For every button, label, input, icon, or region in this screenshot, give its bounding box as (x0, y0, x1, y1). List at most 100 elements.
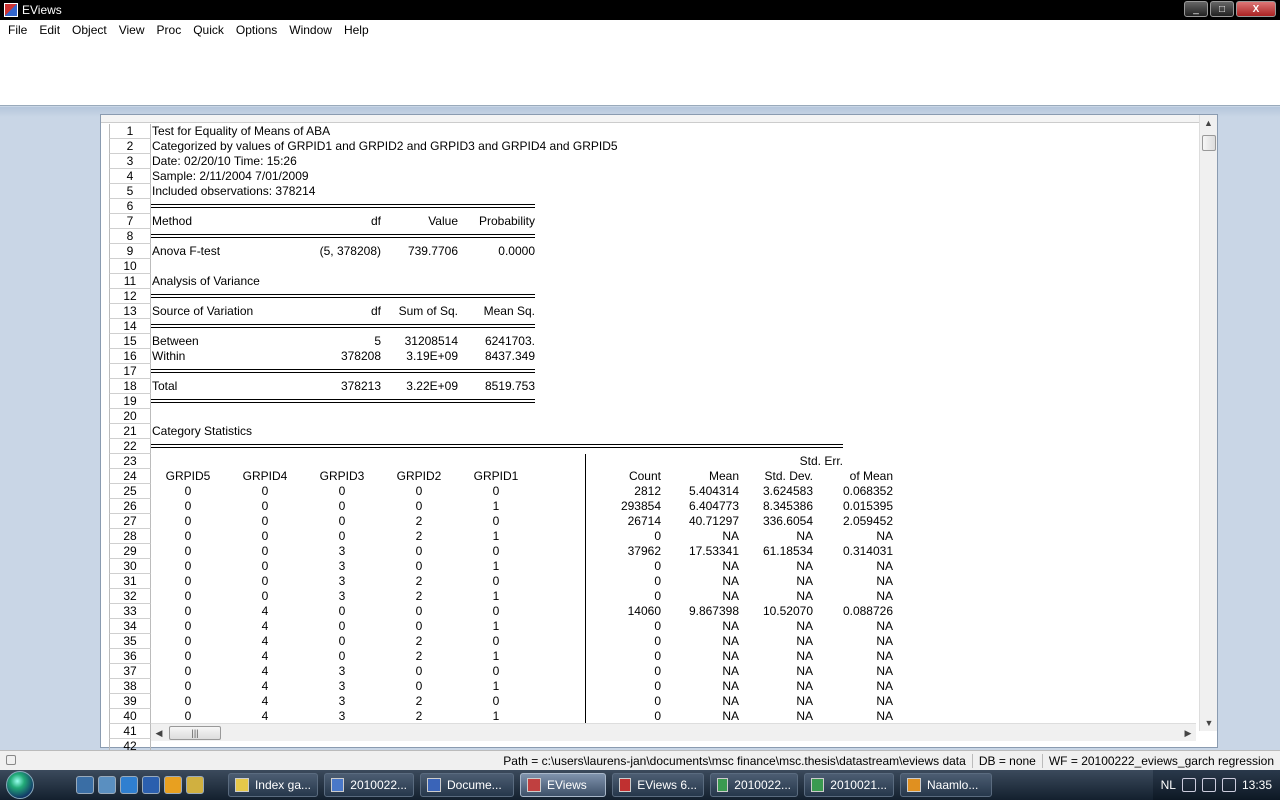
row-number[interactable]: 13 (109, 304, 151, 319)
volume-icon[interactable] (1221, 778, 1236, 792)
close-button[interactable]: X (1236, 1, 1276, 17)
taskbar-button[interactable]: 2010021... (804, 773, 894, 797)
row-number[interactable]: 5 (109, 184, 151, 199)
row-number[interactable]: 39 (109, 694, 151, 709)
category-cell: 0 (415, 664, 423, 678)
row-number[interactable]: 21 (109, 424, 151, 439)
scroll-left-icon[interactable]: ◀ (151, 724, 167, 742)
category-cell: NA (796, 574, 813, 588)
row-number[interactable]: 29 (109, 544, 151, 559)
internet-explorer-icon[interactable] (120, 776, 138, 794)
maximize-button[interactable]: □ (1210, 1, 1234, 17)
task-app-icon (811, 778, 825, 792)
menu-help[interactable]: Help (338, 23, 375, 37)
row-number[interactable]: 40 (109, 709, 151, 724)
category-title: Category Statistics (152, 424, 253, 438)
app-shortcut-icon[interactable] (186, 776, 204, 794)
taskbar-button[interactable]: EViews (520, 773, 606, 797)
horizontal-scrollbar[interactable]: ◀ ||| ▶ (151, 723, 1196, 741)
scroll-up-icon[interactable]: ▲ (1200, 115, 1217, 131)
menu-view[interactable]: View (113, 23, 151, 37)
row-number[interactable]: 10 (109, 259, 151, 274)
row-number[interactable]: 18 (109, 379, 151, 394)
row-number[interactable]: 6 (109, 199, 151, 214)
row-number[interactable]: 2 (109, 139, 151, 154)
row-number[interactable]: 8 (109, 229, 151, 244)
explorer-icon[interactable] (98, 776, 116, 794)
category-cell: NA (796, 649, 813, 663)
aov-total-ss: 3.22E+09 (406, 379, 458, 393)
media-player-icon[interactable] (164, 776, 182, 794)
taskbar-button[interactable]: Naamlo... (900, 773, 992, 797)
spreadsheet-view[interactable]: Test for Equality of Means of ABA Catego… (151, 124, 1196, 724)
taskbar-button[interactable]: Index ga... (228, 773, 318, 797)
taskbar-button[interactable]: 2010022... (324, 773, 414, 797)
row-number[interactable]: 24 (109, 469, 151, 484)
row-number[interactable]: 25 (109, 484, 151, 499)
menu-file[interactable]: File (2, 23, 33, 37)
menu-edit[interactable]: Edit (33, 23, 66, 37)
horizontal-scroll-thumb[interactable]: ||| (169, 726, 221, 740)
row-number[interactable]: 3 (109, 154, 151, 169)
start-button[interactable] (0, 770, 40, 800)
row-number[interactable]: 7 (109, 214, 151, 229)
taskbar-button[interactable]: 2010022... (710, 773, 798, 797)
row-number[interactable]: 17 (109, 364, 151, 379)
row-number[interactable]: 31 (109, 574, 151, 589)
row-number[interactable]: 28 (109, 529, 151, 544)
output-window: 1 2 3 4 5 6 7 8 9 10 11 12 13 14 15 16 17 18 19 20 21 22 23 24 2… (100, 114, 1218, 754)
menu-options[interactable]: Options (230, 23, 283, 37)
row-number[interactable]: 15 (109, 334, 151, 349)
row-number[interactable]: 38 (109, 679, 151, 694)
row-number[interactable]: 1 (109, 124, 151, 139)
row-number[interactable]: 35 (109, 634, 151, 649)
row-number[interactable]: 41 (109, 724, 151, 739)
clock[interactable]: 13:35 (1242, 778, 1272, 792)
row-number[interactable]: 37 (109, 664, 151, 679)
menu-quick[interactable]: Quick (187, 23, 230, 37)
row-number[interactable]: 9 (109, 244, 151, 259)
word-icon[interactable] (142, 776, 160, 794)
row-number[interactable]: 34 (109, 619, 151, 634)
minimize-button[interactable]: _ (1184, 1, 1208, 17)
row-number[interactable]: 30 (109, 559, 151, 574)
taskbar-button[interactable]: Docume... (420, 773, 514, 797)
row-number[interactable]: 32 (109, 589, 151, 604)
row-number[interactable]: 12 (109, 289, 151, 304)
network-icon[interactable] (1201, 778, 1216, 792)
row-number[interactable]: 27 (109, 514, 151, 529)
row-number[interactable]: 33 (109, 604, 151, 619)
sheet-row: Total 378213 3.22E+09 8519.753 (151, 379, 1196, 394)
row-number[interactable]: 23 (109, 454, 151, 469)
vertical-scroll-thumb[interactable] (1202, 135, 1216, 151)
eviews-app-icon[interactable] (4, 3, 18, 17)
row-number[interactable]: 36 (109, 649, 151, 664)
menu-proc[interactable]: Proc (151, 23, 188, 37)
row-number[interactable]: 16 (109, 349, 151, 364)
category-cell: NA (722, 619, 739, 633)
aov-ss: 31208514 (404, 334, 458, 348)
row-number[interactable]: 11 (109, 274, 151, 289)
vertical-scrollbar[interactable]: ▲ ▼ (1199, 115, 1217, 731)
taskbar-button[interactable]: EViews 6... (612, 773, 704, 797)
sheet-row (151, 364, 1196, 379)
category-cell: 3 (338, 574, 346, 588)
category-cell: 0 (654, 574, 661, 588)
category-header-cell: GRPID2 (396, 469, 442, 483)
row-number[interactable]: 26 (109, 499, 151, 514)
row-number[interactable]: 19 (109, 394, 151, 409)
menu-object[interactable]: Object (66, 23, 113, 37)
row-number[interactable]: 4 (109, 169, 151, 184)
scroll-down-icon[interactable]: ▼ (1200, 715, 1218, 731)
show-desktop-icon[interactable] (76, 776, 94, 794)
scroll-right-icon[interactable]: ▶ (1180, 724, 1196, 742)
row-number[interactable]: 22 (109, 439, 151, 454)
menu-window[interactable]: Window (283, 23, 338, 37)
row-number[interactable]: 14 (109, 319, 151, 334)
sheet-row: Categorized by values of GRPID1 and GRPI… (151, 139, 1196, 154)
category-cell: 4 (261, 649, 269, 663)
row-number[interactable]: 20 (109, 409, 151, 424)
command-window[interactable] (0, 40, 1280, 106)
keyboard-icon[interactable] (1181, 778, 1196, 792)
language-indicator[interactable]: NL (1161, 778, 1176, 792)
